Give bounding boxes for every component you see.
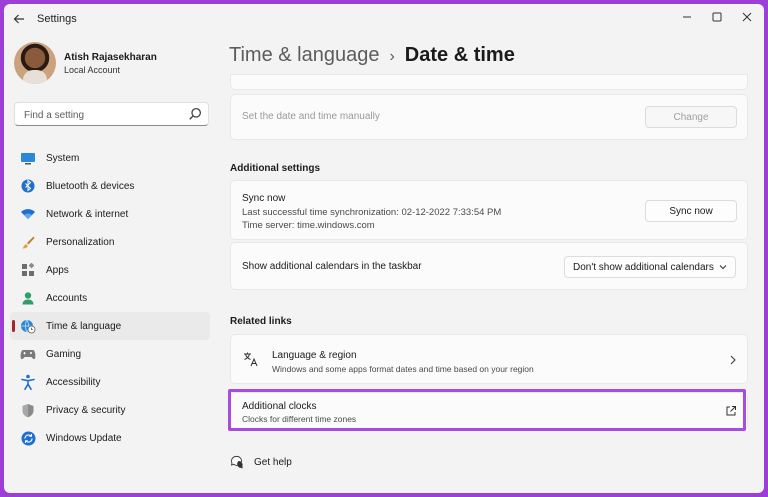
sidebar-item-label: Windows Update bbox=[46, 432, 122, 444]
profile-name: Atish Rajasekharan bbox=[64, 52, 157, 63]
monitor-icon bbox=[20, 150, 36, 166]
bluetooth-icon bbox=[20, 178, 36, 194]
search-icon bbox=[189, 107, 202, 120]
help-icon bbox=[230, 456, 243, 469]
sidebar-item-network[interactable]: Network & internet bbox=[10, 200, 210, 228]
last-sync-text: Last successful time synchronization: 02… bbox=[242, 207, 502, 218]
close-button[interactable] bbox=[732, 7, 762, 27]
change-button[interactable]: Change bbox=[645, 106, 737, 128]
sidebar-item-personalization[interactable]: Personalization bbox=[10, 228, 210, 256]
sidebar-item-gaming[interactable]: Gaming bbox=[10, 340, 210, 368]
previous-setting-card bbox=[230, 74, 748, 90]
back-arrow-icon bbox=[13, 14, 24, 24]
sidebar-item-label: System bbox=[46, 152, 80, 164]
sidebar-nav: System Bluetooth & devices Network & int… bbox=[10, 144, 210, 452]
shield-icon bbox=[20, 402, 36, 418]
additional-settings-heading: Additional settings bbox=[230, 163, 320, 174]
calendars-card: Show additional calendars in the taskbar… bbox=[230, 242, 748, 290]
sidebar-item-time-language[interactable]: Time & language bbox=[10, 312, 210, 340]
sidebar-item-label: Accessibility bbox=[46, 376, 101, 388]
brush-icon bbox=[20, 234, 36, 250]
sidebar-item-accessibility[interactable]: Accessibility bbox=[10, 368, 210, 396]
sidebar-item-label: Personalization bbox=[46, 236, 115, 248]
close-icon bbox=[742, 12, 752, 22]
settings-window: Settings Atish Rajasekharan Local Accoun… bbox=[4, 4, 764, 493]
language-region-title: Language & region bbox=[272, 350, 357, 361]
title-bar: Settings bbox=[4, 4, 764, 34]
breadcrumb: Time & language › Date & time bbox=[229, 44, 515, 67]
sidebar-item-accounts[interactable]: Accounts bbox=[10, 284, 210, 312]
avatar bbox=[14, 42, 56, 84]
sidebar-item-label: Privacy & security bbox=[46, 404, 126, 416]
back-button[interactable] bbox=[10, 11, 28, 27]
sidebar-item-label: Network & internet bbox=[46, 208, 129, 220]
sidebar-item-bluetooth[interactable]: Bluetooth & devices bbox=[10, 172, 210, 200]
chevron-right-icon bbox=[730, 355, 736, 365]
manual-time-label: Set the date and time manually bbox=[242, 111, 380, 122]
sync-title: Sync now bbox=[242, 193, 286, 204]
sidebar-item-label: Time & language bbox=[46, 320, 122, 332]
sidebar-item-label: Accounts bbox=[46, 292, 88, 304]
language-region-description: Windows and some apps format dates and t… bbox=[272, 364, 534, 374]
accessibility-icon bbox=[20, 374, 36, 390]
sidebar-item-label: Apps bbox=[46, 264, 69, 276]
calendars-dropdown[interactable]: Don't show additional calendars bbox=[564, 256, 736, 278]
highlight-box bbox=[228, 389, 746, 431]
gamepad-icon bbox=[20, 346, 36, 362]
get-help-link[interactable]: Get help bbox=[230, 454, 292, 470]
update-icon bbox=[20, 430, 36, 446]
breadcrumb-separator: › bbox=[389, 48, 395, 65]
search-box[interactable] bbox=[14, 102, 209, 126]
sidebar-item-privacy[interactable]: Privacy & security bbox=[10, 396, 210, 424]
language-region-link[interactable]: Language & region Windows and some apps … bbox=[230, 334, 748, 384]
sidebar-item-label: Bluetooth & devices bbox=[46, 180, 135, 192]
sync-card: Sync now Last successful time synchroniz… bbox=[230, 180, 748, 240]
related-links-heading: Related links bbox=[230, 316, 292, 327]
globe-clock-icon bbox=[20, 318, 36, 334]
language-icon bbox=[244, 352, 258, 367]
minimize-button[interactable] bbox=[672, 7, 702, 27]
get-help-label: Get help bbox=[254, 456, 292, 468]
calendars-dropdown-value: Don't show additional calendars bbox=[573, 261, 714, 273]
page-title: Date & time bbox=[404, 44, 515, 66]
search-input[interactable] bbox=[22, 106, 186, 124]
sidebar-item-windows-update[interactable]: Windows Update bbox=[10, 424, 210, 452]
maximize-button[interactable] bbox=[702, 7, 732, 27]
person-icon bbox=[20, 290, 36, 306]
app-title: Settings bbox=[37, 13, 77, 25]
chevron-down-icon bbox=[719, 265, 727, 270]
wifi-icon bbox=[20, 206, 36, 222]
maximize-icon bbox=[712, 12, 722, 22]
user-profile[interactable]: Atish Rajasekharan Local Account bbox=[14, 42, 214, 90]
profile-account-type: Local Account bbox=[64, 65, 121, 75]
manual-time-card: Set the date and time manually Change bbox=[230, 94, 748, 140]
sidebar-item-label: Gaming bbox=[46, 348, 82, 360]
sidebar-item-apps[interactable]: Apps bbox=[10, 256, 210, 284]
sync-now-button[interactable]: Sync now bbox=[645, 200, 737, 222]
calendars-label: Show additional calendars in the taskbar bbox=[242, 261, 422, 272]
minimize-icon bbox=[683, 16, 691, 18]
time-server-text: Time server: time.windows.com bbox=[242, 220, 375, 231]
apps-icon bbox=[20, 262, 36, 278]
breadcrumb-parent[interactable]: Time & language bbox=[229, 44, 379, 66]
sidebar-item-system[interactable]: System bbox=[10, 144, 210, 172]
